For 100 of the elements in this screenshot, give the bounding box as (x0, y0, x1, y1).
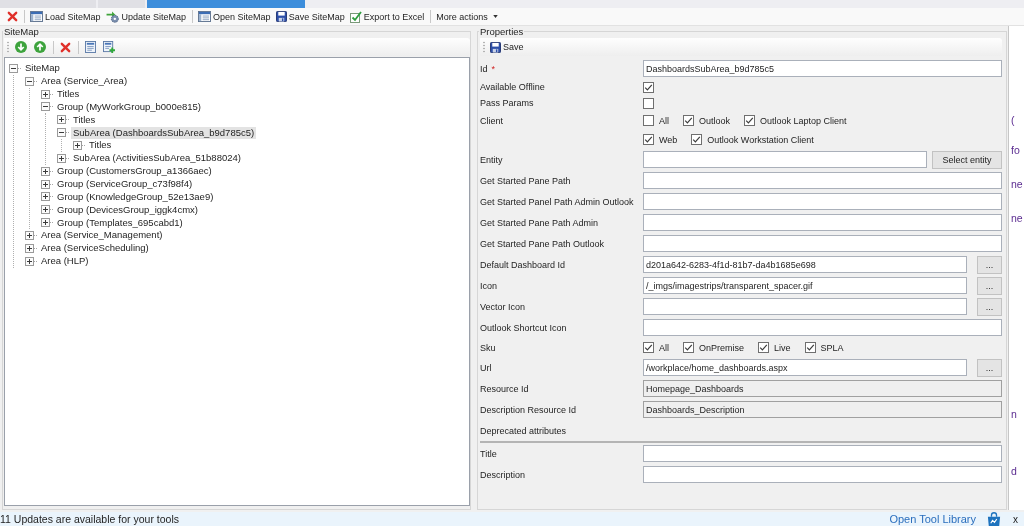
checkbox-label[interactable]: All (659, 342, 669, 353)
text-field[interactable] (643, 445, 1002, 462)
text-field[interactable] (643, 151, 927, 168)
tree-item[interactable]: Group (CustomersGroup_a1366aec) (55, 165, 214, 178)
tree-item[interactable]: Area (ServiceScheduling) (39, 242, 151, 255)
expand-icon[interactable] (73, 141, 86, 150)
field-label: Get Started Panel Path Admin Outlook (480, 196, 634, 207)
browse-button[interactable]: ... (977, 276, 1002, 295)
expand-icon[interactable] (57, 115, 70, 125)
shopping-bag-icon[interactable] (986, 511, 1002, 526)
text-fragment: n (1010, 408, 1017, 420)
checkbox-label[interactable]: Web (659, 134, 678, 145)
checkbox-label[interactable]: Outlook (699, 115, 731, 126)
text-field[interactable]: /workplace/home_dashboards.aspx (643, 359, 967, 376)
required-mark: * (491, 63, 496, 74)
window-icon (30, 11, 43, 22)
tree-item[interactable]: Area (HLP) (39, 255, 91, 268)
section-heading: Deprecated attributes (480, 425, 567, 436)
checkbox[interactable] (643, 134, 654, 145)
tree-item[interactable]: SiteMap (23, 62, 62, 75)
browse-button[interactable]: ... (977, 255, 1002, 274)
field-label: Get Started Pane Path Outlook (480, 238, 605, 249)
tree-item[interactable]: SubArea (DashboardsSubArea_b9d785c5) (71, 126, 257, 139)
toolbar-button[interactable]: Open SiteMap (196, 8, 273, 25)
field-label: Title (480, 448, 497, 459)
text-field[interactable] (643, 319, 1002, 336)
text-field[interactable] (643, 466, 1002, 483)
browse-button[interactable]: ... (977, 358, 1002, 377)
text-fragment: d (1010, 465, 1017, 477)
tree-item[interactable]: Group (MyWorkGroup_b000e815) (55, 100, 203, 113)
tree-item[interactable]: Area (Service_Area) (39, 75, 130, 88)
expand-icon[interactable] (57, 153, 70, 163)
expand-icon[interactable] (41, 205, 54, 215)
checkbox-label[interactable]: Live (774, 342, 791, 353)
select-button[interactable]: Select entity (932, 150, 1002, 169)
expand-icon[interactable] (41, 89, 54, 99)
close-button[interactable]: x (1013, 513, 1024, 525)
expand-icon[interactable] (41, 218, 54, 228)
checkbox-label[interactable]: Outlook Laptop Client (760, 115, 847, 126)
checkbox[interactable] (643, 97, 654, 109)
text-field[interactable] (643, 172, 1002, 189)
text-field[interactable]: Homepage_Dashboards (643, 380, 1002, 397)
tree-item[interactable]: Titles (71, 113, 98, 126)
open-library-link[interactable]: Open Tool Library (889, 513, 976, 525)
expand-icon[interactable] (41, 179, 54, 189)
checkbox[interactable] (643, 115, 654, 126)
toolbar-button[interactable]: Save SiteMap (273, 8, 347, 25)
text-field[interactable]: /_imgs/imagestrips/transparent_spacer.gif (643, 277, 967, 294)
collapse-icon[interactable] (9, 63, 22, 73)
toolbar-button[interactable]: Update SiteMap (103, 8, 189, 25)
checkbox[interactable] (804, 342, 816, 353)
browse-button[interactable]: ... (977, 297, 1002, 316)
document-icon (85, 41, 96, 53)
save-button[interactable]: Save (488, 39, 526, 55)
checkbox-label[interactable]: Outlook Workstation Client (707, 134, 814, 145)
text-field[interactable]: Dashboards_Description (643, 401, 1002, 418)
field-label: Get Started Pane Path Admin (480, 217, 599, 228)
collapse-icon[interactable] (41, 102, 54, 112)
tree-item[interactable]: Group (Templates_695cabd1) (55, 216, 185, 229)
text-field[interactable] (643, 298, 967, 315)
text-fragment: fo (1010, 144, 1020, 156)
add-document-button[interactable] (100, 39, 118, 55)
arrow-down-button[interactable] (12, 39, 30, 55)
text-field[interactable] (643, 214, 1002, 231)
tree-item[interactable]: Group (DevicesGroup_iggk4cmx) (55, 203, 200, 216)
checkbox[interactable] (691, 134, 703, 145)
text-field[interactable] (643, 193, 1002, 210)
checkbox-label[interactable]: SPLA (820, 342, 844, 353)
checkbox[interactable] (643, 81, 654, 93)
checkbox-label[interactable]: OnPremise (699, 342, 745, 353)
tree-item[interactable]: Titles (55, 88, 82, 101)
tree-item[interactable]: Group (ServiceGroup_c73f98f4) (55, 178, 195, 190)
collapse-icon[interactable] (57, 128, 70, 138)
text-field[interactable]: d201a642-6283-4f1d-81b7-da4b1685e698 (643, 256, 967, 273)
expand-icon[interactable] (25, 256, 38, 266)
expand-icon[interactable] (41, 192, 54, 202)
tree-item[interactable]: Area (Service_Management) (39, 229, 165, 242)
checkbox[interactable] (683, 342, 694, 353)
toolbar-button[interactable]: Export to Excel (347, 8, 427, 25)
checkbox-label[interactable]: All (659, 115, 669, 126)
arrow-up-button[interactable] (31, 39, 49, 55)
document-button[interactable] (82, 39, 99, 55)
dropdown-button[interactable]: More actions (434, 8, 500, 25)
expand-icon[interactable] (25, 230, 38, 240)
checkbox[interactable] (683, 115, 694, 126)
panel-title: Properties (479, 26, 525, 37)
expand-icon[interactable] (41, 166, 54, 176)
checkbox[interactable] (744, 115, 756, 126)
field-label: Entity (480, 154, 503, 165)
text-field[interactable] (643, 235, 1002, 252)
text-field[interactable]: DashboardsSubArea_b9d785c5 (643, 60, 1002, 77)
tree-item[interactable]: Group (KnowledgeGroup_52e13ae9) (55, 190, 216, 203)
toolbar-button[interactable]: Load SiteMap (28, 8, 103, 25)
tree-item[interactable]: SubArea (ActivitiesSubArea_51b88024) (71, 152, 243, 165)
field-label: Description Resource Id (480, 404, 577, 415)
checkbox[interactable] (758, 342, 770, 353)
collapse-icon[interactable] (25, 76, 38, 86)
tree-item[interactable]: Titles (87, 139, 114, 152)
checkbox[interactable] (643, 342, 654, 353)
expand-icon[interactable] (25, 243, 38, 253)
